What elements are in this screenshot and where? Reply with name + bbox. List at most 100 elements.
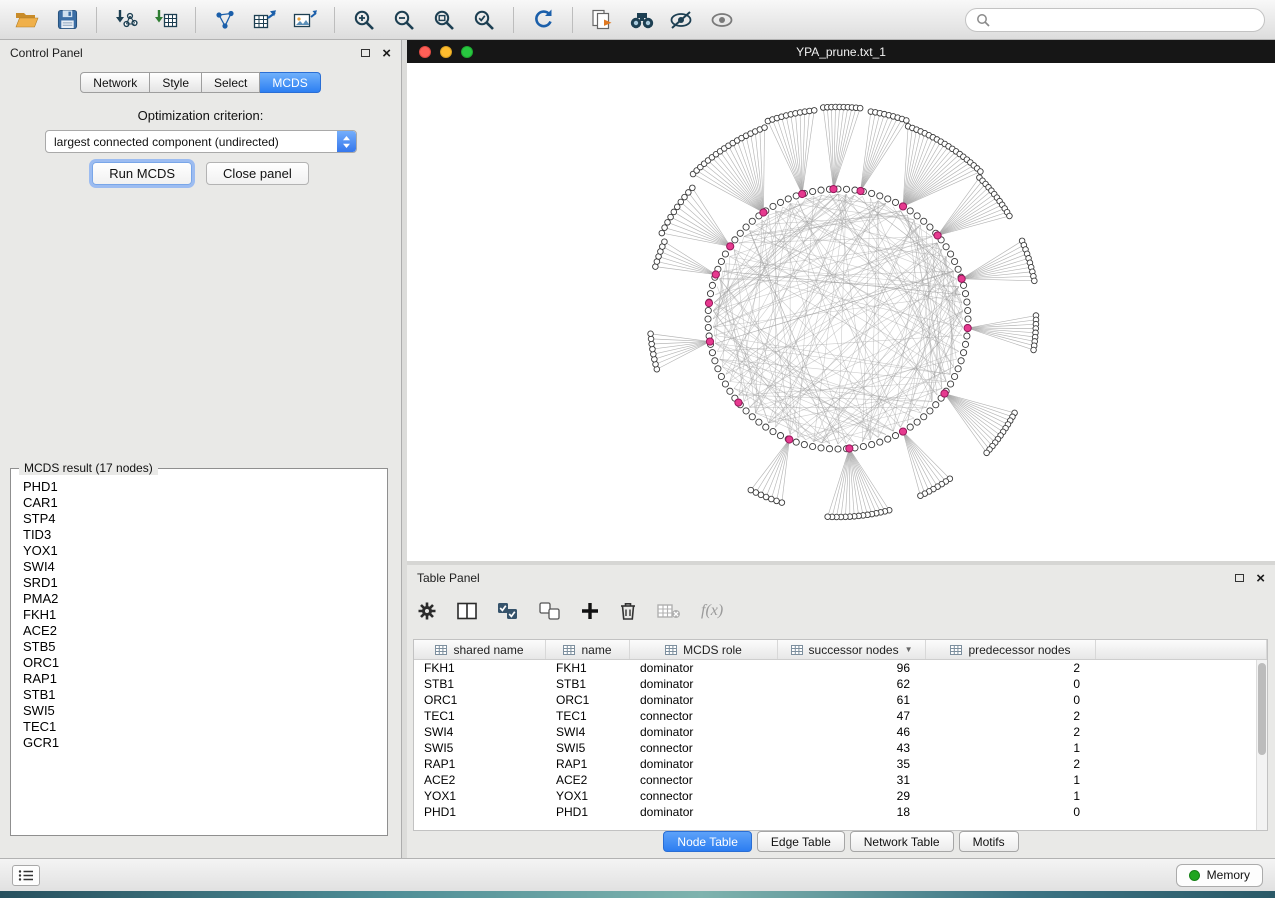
column-header[interactable]: successor nodes▼: [778, 640, 926, 659]
open-session-icon[interactable]: [10, 5, 44, 35]
import-network-icon[interactable]: [109, 5, 143, 35]
cytoscape-window: Control Panel × Network Style Select MCD…: [0, 0, 1275, 898]
tab-network[interactable]: Network: [80, 72, 150, 93]
table-row[interactable]: TEC1TEC1connector472: [414, 708, 1267, 724]
column-header[interactable]: shared name: [414, 640, 546, 659]
table-cell: FKH1: [414, 661, 546, 675]
result-item[interactable]: TID3: [15, 527, 383, 543]
result-item[interactable]: SWI5: [15, 703, 383, 719]
maximize-window-icon[interactable]: [461, 46, 473, 58]
column-header[interactable]: MCDS role: [630, 640, 778, 659]
close-window-icon[interactable]: [419, 46, 431, 58]
result-item[interactable]: PHD1: [15, 479, 383, 495]
result-item[interactable]: FKH1: [15, 607, 383, 623]
show-hide-icon[interactable]: [705, 5, 739, 35]
close-panel-button[interactable]: Close panel: [206, 162, 309, 185]
table-cell: SWI5: [546, 741, 630, 755]
table-row[interactable]: SWI4SWI4dominator462: [414, 724, 1267, 740]
column-type-icon: [791, 645, 803, 655]
tab-motifs[interactable]: Motifs: [959, 831, 1019, 852]
table-cell: 0: [926, 677, 1096, 691]
close-panel-icon[interactable]: ×: [382, 46, 391, 61]
refresh-layout-icon[interactable]: [526, 5, 560, 35]
sort-indicator-icon: ▼: [905, 645, 913, 654]
result-item[interactable]: PMA2: [15, 591, 383, 607]
delete-table-icon[interactable]: [657, 602, 681, 620]
deselect-all-icon[interactable]: [539, 602, 561, 620]
search-input[interactable]: [996, 13, 1254, 27]
criterion-dropdown[interactable]: largest connected component (undirected): [45, 130, 357, 153]
memory-button[interactable]: Memory: [1176, 864, 1263, 887]
zoom-in-icon[interactable]: [347, 5, 381, 35]
export-image-icon[interactable]: [288, 5, 322, 35]
share-network-icon[interactable]: [208, 5, 242, 35]
table-cell: dominator: [630, 725, 778, 739]
table-scrollbar-thumb[interactable]: [1258, 663, 1266, 755]
table-row[interactable]: YOX1YOX1connector291: [414, 788, 1267, 804]
toolbar-separator: [513, 7, 514, 33]
tab-node-table[interactable]: Node Table: [663, 831, 752, 852]
network-view-titlebar[interactable]: YPA_prune.txt_1: [407, 40, 1275, 63]
task-history-icon[interactable]: [12, 865, 40, 886]
add-column-icon[interactable]: [581, 602, 599, 620]
table-row[interactable]: RAP1RAP1dominator352: [414, 756, 1267, 772]
float-table-panel-icon[interactable]: [1235, 574, 1244, 582]
result-item[interactable]: STB1: [15, 687, 383, 703]
find-icon[interactable]: [625, 5, 659, 35]
table-cell: connector: [630, 709, 778, 723]
float-panel-icon[interactable]: [361, 49, 370, 57]
result-item[interactable]: TEC1: [15, 719, 383, 735]
memory-status-icon: [1189, 870, 1200, 881]
result-item[interactable]: STP4: [15, 511, 383, 527]
result-item[interactable]: GCR1: [15, 735, 383, 751]
tab-edge-table[interactable]: Edge Table: [757, 831, 845, 852]
close-table-panel-icon[interactable]: ×: [1256, 571, 1265, 586]
tab-mcds[interactable]: MCDS: [260, 72, 320, 93]
network-view-title: YPA_prune.txt_1: [796, 45, 886, 59]
result-item[interactable]: RAP1: [15, 671, 383, 687]
table-row[interactable]: ACE2ACE2connector311: [414, 772, 1267, 788]
table-scrollbar[interactable]: [1256, 660, 1267, 830]
copy-network-icon[interactable]: [585, 5, 619, 35]
status-bar: Memory: [0, 858, 1275, 891]
result-item[interactable]: ACE2: [15, 623, 383, 639]
table-row[interactable]: PHD1PHD1dominator180: [414, 804, 1267, 820]
toolbar-separator: [572, 7, 573, 33]
zoom-fit-icon[interactable]: [427, 5, 461, 35]
style-preview-icon[interactable]: [665, 5, 699, 35]
tab-select[interactable]: Select: [202, 72, 260, 93]
result-item[interactable]: SRD1: [15, 575, 383, 591]
zoom-out-icon[interactable]: [387, 5, 421, 35]
table-cell: PHD1: [546, 805, 630, 819]
column-header[interactable]: name: [546, 640, 630, 659]
tab-style[interactable]: Style: [150, 72, 202, 93]
minimize-window-icon[interactable]: [440, 46, 452, 58]
result-item[interactable]: CAR1: [15, 495, 383, 511]
network-canvas-svg: [407, 63, 1275, 561]
result-item[interactable]: SWI4: [15, 559, 383, 575]
result-item[interactable]: STB5: [15, 639, 383, 655]
result-item[interactable]: ORC1: [15, 655, 383, 671]
result-item[interactable]: YOX1: [15, 543, 383, 559]
table-row[interactable]: SWI5SWI5connector431: [414, 740, 1267, 756]
show-columns-icon[interactable]: [457, 602, 477, 620]
delete-column-icon[interactable]: [619, 601, 637, 621]
network-canvas[interactable]: [407, 63, 1275, 561]
select-all-icon[interactable]: [497, 602, 519, 620]
table-row[interactable]: ORC1ORC1dominator610: [414, 692, 1267, 708]
run-mcds-button[interactable]: Run MCDS: [92, 162, 192, 185]
control-panel-header: Control Panel ×: [0, 40, 401, 66]
column-header[interactable]: predecessor nodes: [926, 640, 1096, 659]
function-builder-icon[interactable]: f(x): [701, 602, 723, 620]
table-cell: TEC1: [414, 709, 546, 723]
table-row[interactable]: STB1STB1dominator620: [414, 676, 1267, 692]
tab-network-table[interactable]: Network Table: [850, 831, 954, 852]
table-settings-icon[interactable]: [417, 601, 437, 621]
zoom-selected-icon[interactable]: [467, 5, 501, 35]
save-session-icon[interactable]: [50, 5, 84, 35]
table-cell: 2: [926, 661, 1096, 675]
import-table-icon[interactable]: [149, 5, 183, 35]
table-row[interactable]: FKH1FKH1dominator962: [414, 660, 1267, 676]
table-cell: 47: [778, 709, 926, 723]
export-table-icon[interactable]: [248, 5, 282, 35]
